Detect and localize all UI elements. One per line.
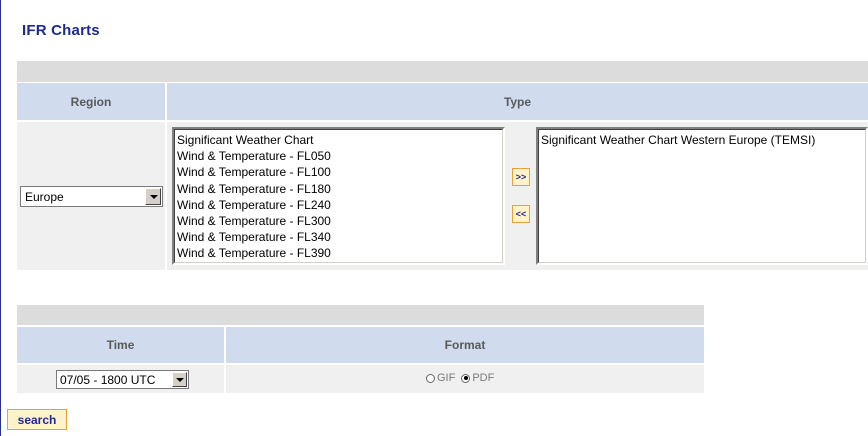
list-item[interactable]: Significant Weather Chart Western Europe… <box>541 132 865 148</box>
list-item[interactable]: Wind & Temperature - FL240 <box>177 197 502 213</box>
region-select[interactable]: Europe <box>20 186 163 207</box>
add-type-button[interactable]: >> <box>512 168 530 186</box>
chevron-down-icon[interactable] <box>145 188 161 205</box>
region-select-value: Europe <box>25 189 64 204</box>
time-header: Time <box>17 327 224 363</box>
format-radio-gif-label: GIF <box>437 372 456 384</box>
format-radio-gif[interactable] <box>426 373 435 383</box>
format-header: Format <box>226 327 704 363</box>
format-radio-group: GIF PDF <box>426 372 500 384</box>
available-types-list[interactable]: Significant Weather Chart Wind & Tempera… <box>172 127 505 265</box>
section-bar <box>17 61 868 82</box>
time-select[interactable]: 07/05 - 1800 UTC <box>56 370 189 389</box>
list-item[interactable]: Significant Weather Chart <box>177 132 502 148</box>
format-radio-pdf-label: PDF <box>472 372 495 384</box>
list-item[interactable]: Wind & Temperature - FL100 <box>177 164 502 180</box>
list-item[interactable]: Wind & Temperature - FL390 <box>177 245 502 261</box>
remove-type-button[interactable]: << <box>512 205 530 223</box>
page-title: IFR Charts <box>22 22 100 39</box>
selected-types-list[interactable]: Significant Weather Chart Western Europe… <box>536 127 868 265</box>
chevron-down-icon[interactable] <box>172 372 187 387</box>
region-header: Region <box>17 83 165 120</box>
format-radio-pdf[interactable] <box>461 373 471 383</box>
list-item[interactable]: Wind & Temperature - FL180 <box>177 181 502 197</box>
section-bar <box>17 305 704 325</box>
search-button[interactable]: search <box>7 409 67 430</box>
list-item[interactable]: Wind & Temperature - FL340 <box>177 229 502 245</box>
time-select-value: 07/05 - 1800 UTC <box>60 372 156 387</box>
type-header: Type <box>167 83 868 120</box>
list-item[interactable]: Wind & Temperature - FL300 <box>177 213 502 229</box>
list-item[interactable]: Wind & Temperature - FL050 <box>177 148 502 164</box>
